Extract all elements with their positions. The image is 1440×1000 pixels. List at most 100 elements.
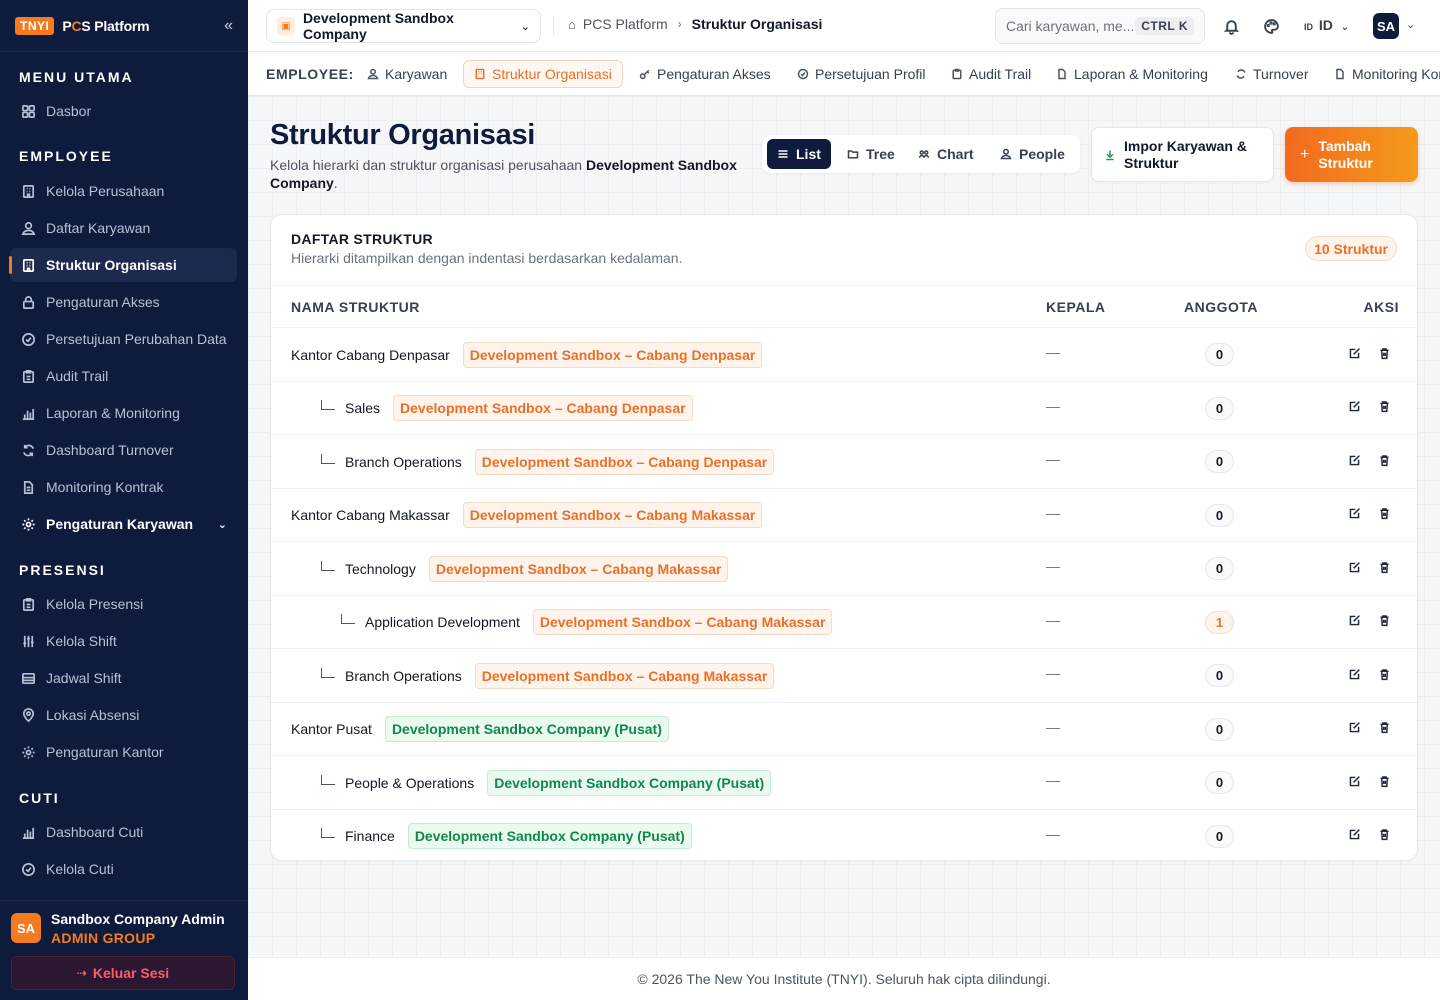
- language-select[interactable]: ID ID ⌄: [1304, 17, 1349, 33]
- avatar: SA: [11, 913, 41, 943]
- logout-button[interactable]: ⇢ Keluar Sesi: [11, 956, 235, 990]
- grid-icon: [20, 103, 36, 119]
- tree-branch-icon: [321, 560, 335, 571]
- view-chart-button[interactable]: Chart: [908, 139, 984, 169]
- trash-icon[interactable]: [1376, 666, 1392, 682]
- view-list-button[interactable]: List: [767, 139, 831, 169]
- edit-icon[interactable]: [1346, 720, 1362, 736]
- view-people-button[interactable]: People: [990, 139, 1075, 169]
- count-badge: 10 Struktur: [1305, 236, 1397, 261]
- sidebar-item-kelola-perusahaan[interactable]: Kelola Perusahaan: [10, 174, 237, 208]
- structure-name[interactable]: Branch Operations: [345, 668, 462, 684]
- main-content: Struktur Organisasi Kelola hierarki dan …: [248, 96, 1440, 957]
- structure-name[interactable]: Kantor Cabang Makassar: [291, 507, 450, 523]
- sidebar-item-monitoring-kontrak[interactable]: Monitoring Kontrak: [10, 470, 237, 504]
- trash-icon[interactable]: [1376, 399, 1392, 415]
- structure-name[interactable]: Kantor Pusat: [291, 721, 372, 737]
- edit-icon[interactable]: [1346, 399, 1362, 415]
- sidebar-item-dasbor[interactable]: Dasbor: [10, 94, 237, 128]
- tab-laporan-monitoring[interactable]: Laporan & Monitoring: [1046, 60, 1218, 88]
- palette-icon[interactable]: [1261, 16, 1281, 36]
- sidebar-item-lokasi-absensi[interactable]: Lokasi Absensi: [10, 698, 237, 732]
- member-count: 0: [1205, 450, 1234, 473]
- users-icon: [20, 220, 36, 236]
- structure-name[interactable]: Branch Operations: [345, 454, 462, 470]
- tab-struktur-organisasi[interactable]: Struktur Organisasi: [463, 60, 623, 88]
- edit-icon[interactable]: [1346, 452, 1362, 468]
- trash-icon[interactable]: [1376, 720, 1392, 736]
- structure-name[interactable]: Sales: [345, 400, 380, 416]
- trash-icon[interactable]: [1376, 559, 1392, 575]
- chevron-down-icon[interactable]: ⌄: [1406, 18, 1415, 31]
- breadcrumb-current: Struktur Organisasi: [691, 16, 823, 32]
- trash-icon[interactable]: [1376, 773, 1392, 789]
- company-select[interactable]: ▣ Development Sandbox Company ⌄: [266, 9, 541, 43]
- edit-icon[interactable]: [1346, 773, 1362, 789]
- sidebar-item-label: Kelola Shift: [46, 633, 117, 649]
- tab-pengaturan-akses[interactable]: Pengaturan Akses: [629, 60, 781, 88]
- sidebar-item-daftar-karyawan[interactable]: Daftar Karyawan: [10, 211, 237, 245]
- sidebar-item-struktur-organisasi[interactable]: Struktur Organisasi: [9, 248, 237, 282]
- structure-name[interactable]: People & Operations: [345, 775, 474, 791]
- search-placeholder: Cari karyawan, me...: [1006, 18, 1135, 34]
- trash-icon[interactable]: [1376, 506, 1392, 522]
- bell-icon[interactable]: [1221, 16, 1241, 36]
- view-tree-button[interactable]: Tree: [837, 139, 905, 169]
- sidebar-item-label: Struktur Organisasi: [46, 257, 177, 273]
- company-tag: Development Sandbox – Cabang Denpasar: [393, 395, 693, 421]
- sidebar-item-label: Laporan & Monitoring: [46, 405, 180, 421]
- structure-name-cell: Finance Development Sandbox Company (Pusa…: [321, 810, 692, 861]
- sidebar-item-jadwal-shift[interactable]: Jadwal Shift: [10, 661, 237, 695]
- trash-icon[interactable]: [1376, 613, 1392, 629]
- edit-icon[interactable]: [1346, 506, 1362, 522]
- sidebar-item-dashboard-turnover[interactable]: Dashboard Turnover: [10, 433, 237, 467]
- sidebar-item-kelola-shift[interactable]: Kelola Shift: [10, 624, 237, 658]
- trash-icon[interactable]: [1376, 827, 1392, 843]
- collapse-sidebar-icon[interactable]: «: [224, 17, 233, 35]
- sidebar-item-kelola-presensi[interactable]: Kelola Presensi: [10, 587, 237, 621]
- tab-turnover[interactable]: Turnover: [1225, 60, 1319, 88]
- structure-list-card: DAFTAR STRUKTUR Hierarki ditampilkan den…: [270, 214, 1418, 861]
- trash-icon[interactable]: [1376, 345, 1392, 361]
- sidebar-item-laporan-monitoring[interactable]: Laporan & Monitoring: [10, 396, 237, 430]
- tab-audit-trail[interactable]: Audit Trail: [941, 60, 1041, 88]
- member-count: 0: [1205, 396, 1234, 420]
- building-icon: ▣: [277, 17, 295, 35]
- breadcrumb: ⌂ PCS Platform › Struktur Organisasi: [568, 16, 822, 32]
- sidebar-item-audit-trail[interactable]: Audit Trail: [10, 359, 237, 393]
- import-button[interactable]: Impor Karyawan & Struktur: [1091, 127, 1274, 182]
- sidebar-item-pengaturan-kantor[interactable]: Pengaturan Kantor: [10, 735, 237, 769]
- sidebar-item-dashboard-cuti[interactable]: Dashboard Cuti: [10, 815, 237, 849]
- home-icon[interactable]: ⌂: [568, 17, 576, 32]
- head-value: —: [1046, 611, 1060, 628]
- structure-name[interactable]: Finance: [345, 828, 395, 844]
- structure-name[interactable]: Application Development: [365, 614, 520, 630]
- tab-karyawan[interactable]: Karyawan: [357, 60, 457, 88]
- edit-icon[interactable]: [1346, 666, 1362, 682]
- users-icon: [367, 68, 379, 80]
- add-structure-button[interactable]: + Tambah Struktur: [1285, 127, 1418, 182]
- sidebar-item-pengaturan-akses[interactable]: Pengaturan Akses: [10, 285, 237, 319]
- tab-persetujuan-profil[interactable]: Persetujuan Profil: [787, 60, 936, 88]
- structure-name[interactable]: Technology: [345, 561, 416, 577]
- head-value: —: [1046, 451, 1060, 467]
- table-header: NAMA STRUKTUR KEPALA ANGGOTA AKSI: [271, 285, 1417, 327]
- edit-icon[interactable]: [1346, 559, 1362, 575]
- brand: TNYI PCS Platform «: [0, 0, 248, 52]
- tab-monitoring-kontrak[interactable]: Monitoring Kontrak: [1324, 60, 1440, 88]
- subnav-label: EMPLOYEE:: [266, 66, 354, 82]
- search-input[interactable]: Cari karyawan, me... CTRL K: [995, 8, 1205, 44]
- user-avatar[interactable]: SA: [1373, 13, 1399, 39]
- trash-icon[interactable]: [1376, 452, 1392, 468]
- breadcrumb-root[interactable]: PCS Platform: [583, 16, 668, 32]
- head-value: —: [1046, 397, 1060, 414]
- structure-name[interactable]: Kantor Cabang Denpasar: [291, 347, 450, 363]
- sidebar-item-pengaturan-karyawan[interactable]: Pengaturan Karyawan ⌄: [10, 507, 237, 541]
- edit-icon[interactable]: [1346, 345, 1362, 361]
- tree-branch-icon: [321, 774, 335, 785]
- sidebar-item-kelola-cuti[interactable]: Kelola Cuti: [10, 852, 237, 886]
- edit-icon[interactable]: [1346, 827, 1362, 843]
- chevron-down-icon: ⌄: [1340, 22, 1350, 33]
- edit-icon[interactable]: [1346, 613, 1362, 629]
- sidebar-item-persetujuan-perubahan-data[interactable]: Persetujuan Perubahan Data: [10, 322, 237, 356]
